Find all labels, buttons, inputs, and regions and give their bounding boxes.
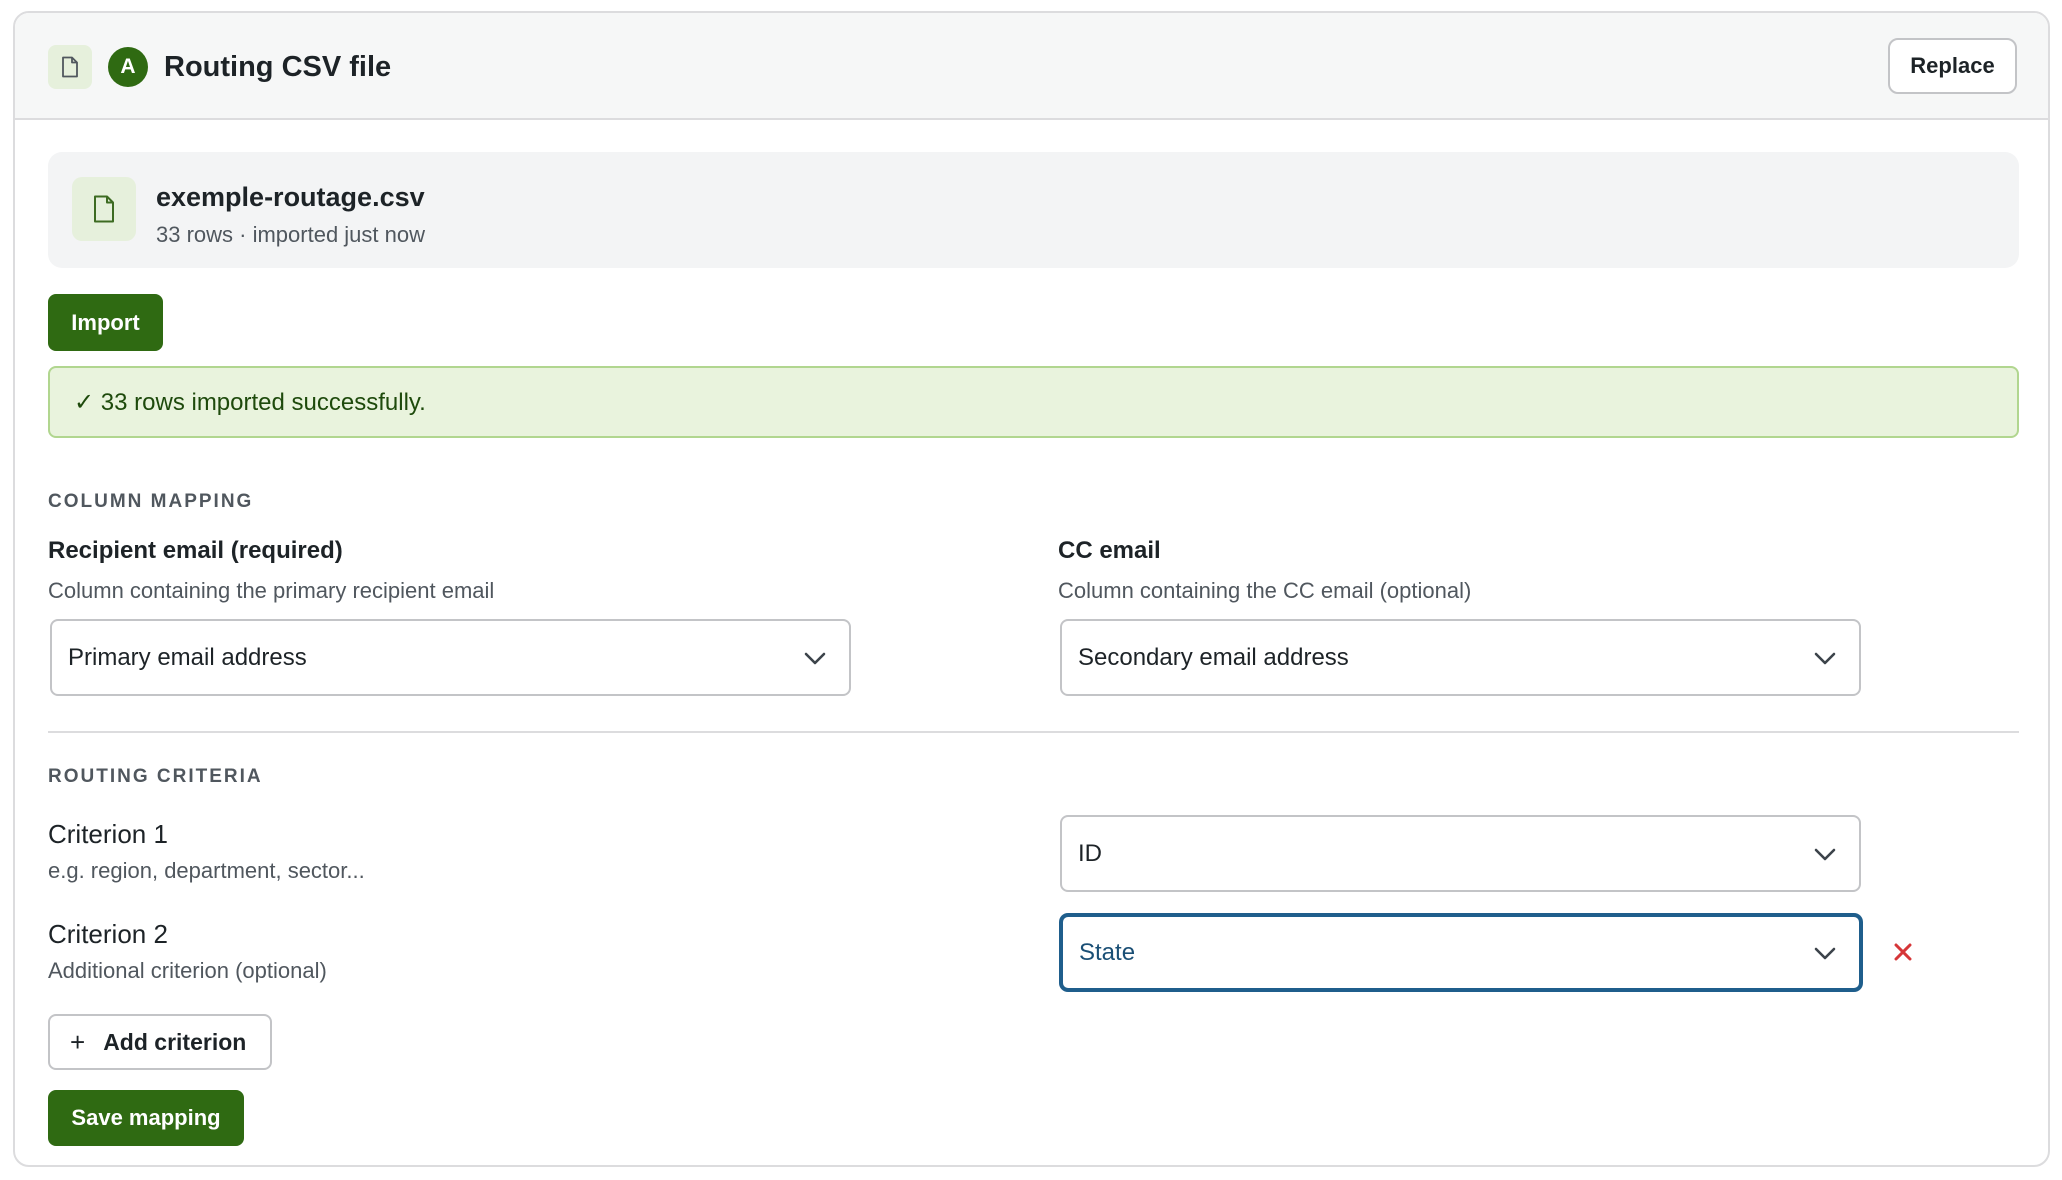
replace-button[interactable]: Replace bbox=[1888, 38, 2017, 94]
criterion-1-select[interactable]: ID bbox=[1060, 815, 1861, 892]
criterion-2-value: State bbox=[1079, 938, 1136, 966]
chevron-down-icon bbox=[804, 652, 826, 664]
recipient-email-help: Column containing the primary recipient … bbox=[48, 578, 495, 603]
plus-icon: + bbox=[70, 1027, 86, 1057]
chevron-down-icon bbox=[1814, 848, 1836, 860]
close-icon bbox=[1894, 943, 1912, 961]
criterion-1-help: e.g. region, department, sector... bbox=[48, 858, 365, 883]
routing-csv-card: A Routing CSV file Replace exemple-routa… bbox=[13, 11, 2050, 1167]
step-badge: A bbox=[108, 47, 148, 87]
cc-email-value: Secondary email address bbox=[1078, 643, 1349, 671]
file-meta: 33 rows · imported just now bbox=[156, 222, 425, 247]
file-icon bbox=[48, 45, 92, 89]
section-title-routing-criteria: ROUTING CRITERIA bbox=[48, 766, 263, 787]
cc-email-help: Column containing the CC email (optional… bbox=[1058, 578, 1472, 603]
recipient-email-label: Recipient email (required) bbox=[48, 537, 343, 564]
uploaded-file-panel: exemple-routage.csv 33 rows · imported j… bbox=[48, 152, 2019, 268]
cc-email-select[interactable]: Secondary email address bbox=[1060, 619, 1861, 696]
recipient-email-value: Primary email address bbox=[68, 643, 307, 671]
success-banner: ✓ 33 rows imported successfully. bbox=[48, 366, 2019, 438]
section-title-column-mapping: COLUMN MAPPING bbox=[48, 491, 254, 512]
card-title: Routing CSV file bbox=[164, 51, 392, 83]
cc-email-label: CC email bbox=[1058, 537, 1161, 564]
section-divider bbox=[48, 731, 2019, 733]
recipient-email-select[interactable]: Primary email address bbox=[50, 619, 851, 696]
file-name: exemple-routage.csv bbox=[156, 182, 425, 212]
add-criterion-label: Add criterion bbox=[103, 1028, 247, 1055]
file-icon bbox=[72, 177, 136, 241]
criterion-1-label: Criterion 1 bbox=[48, 819, 168, 849]
criterion-2-help: Additional criterion (optional) bbox=[48, 958, 327, 983]
card-header: A Routing CSV file Replace bbox=[15, 13, 2048, 120]
remove-criterion-button[interactable] bbox=[1889, 938, 1917, 966]
criterion-2-label: Criterion 2 bbox=[48, 919, 168, 949]
chevron-down-icon bbox=[1814, 947, 1836, 959]
add-criterion-button[interactable]: + Add criterion bbox=[48, 1014, 272, 1070]
import-button[interactable]: Import bbox=[48, 294, 163, 351]
criterion-1-value: ID bbox=[1078, 839, 1102, 867]
criterion-2-select[interactable]: State bbox=[1060, 914, 1862, 991]
chevron-down-icon bbox=[1814, 652, 1836, 664]
save-mapping-button[interactable]: Save mapping bbox=[48, 1090, 244, 1146]
